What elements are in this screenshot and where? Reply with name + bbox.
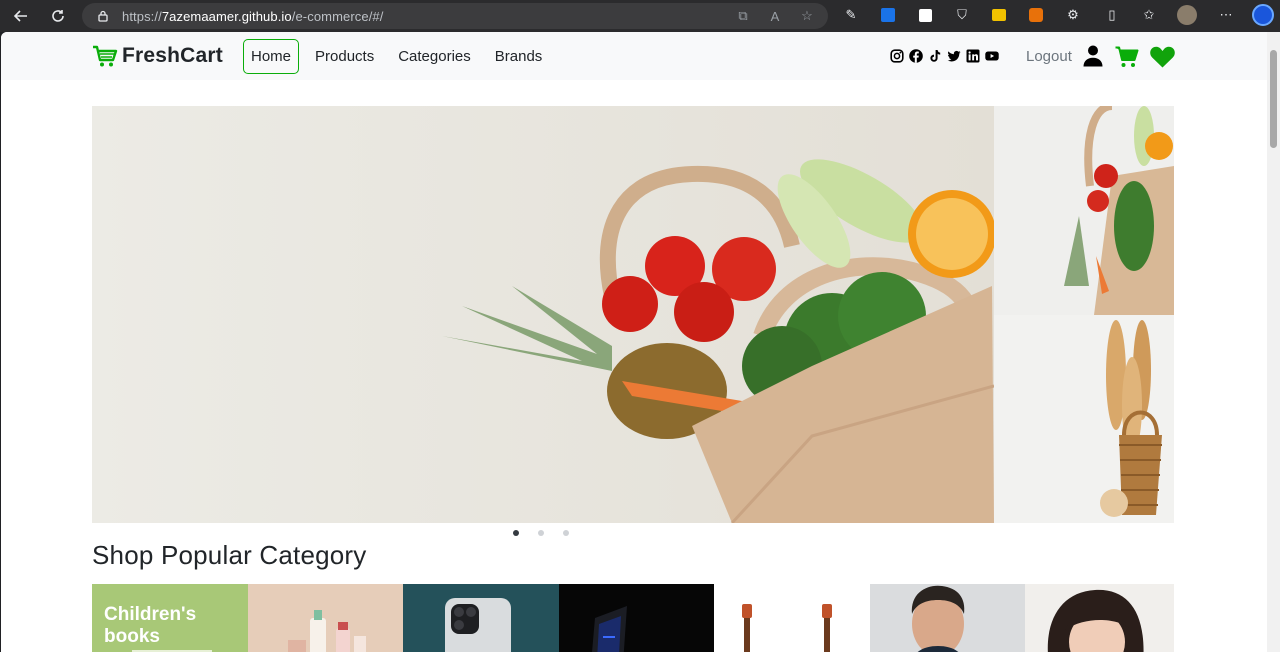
read-aloud-icon[interactable]: A (766, 7, 784, 25)
beauty-products-image (248, 584, 403, 652)
url-text: https://7azemaamer.github.io/e-commerce/… (122, 8, 384, 24)
orange-extension-icon[interactable] (1025, 4, 1047, 26)
social-links (890, 49, 999, 63)
site-navbar: FreshCart Home Products Categories Brand… (1, 32, 1267, 80)
nav-link-products[interactable]: Products (307, 39, 382, 74)
reload-icon (52, 10, 64, 22)
facebook-icon[interactable] (909, 49, 923, 63)
brand-logo[interactable]: FreshCart (92, 44, 223, 68)
category-card-books[interactable]: Children's books (92, 584, 248, 652)
side-banner-top[interactable] (994, 106, 1174, 315)
eyedropper-extension-icon[interactable]: ✎ (840, 4, 862, 26)
category-card-womens-fashion[interactable] (1025, 584, 1174, 652)
grocery-bag-side-illustration (994, 106, 1174, 315)
reload-button[interactable] (44, 2, 72, 30)
wishlist-heart-icon[interactable] (1150, 46, 1175, 68)
back-button[interactable] (7, 2, 35, 30)
scrollbar-thumb[interactable] (1270, 50, 1277, 148)
notion-extension-icon[interactable] (914, 4, 936, 26)
linkedin-icon[interactable] (966, 49, 980, 63)
shield-extension-icon[interactable]: ⛉ (951, 4, 973, 26)
download-extension-icon[interactable] (877, 4, 899, 26)
twitter-icon[interactable] (947, 49, 961, 63)
woman-portrait-image (1025, 584, 1174, 652)
smartphone-image (403, 584, 559, 652)
user-icon[interactable] (1083, 45, 1103, 67)
split-screen-icon[interactable]: ▯ (1101, 4, 1123, 26)
youtube-icon[interactable] (985, 49, 999, 63)
slider-dot-1[interactable] (513, 530, 519, 536)
favorite-star-icon[interactable]: ☆ (798, 7, 816, 25)
page-viewport: FreshCart Home Products Categories Brand… (1, 32, 1267, 652)
laptop-image (559, 584, 714, 652)
logout-link[interactable]: Logout (1026, 48, 1072, 65)
address-bar[interactable]: https://7azemaamer.github.io/e-commerce/… (82, 3, 828, 29)
brand-name: FreshCart (122, 44, 223, 67)
tiktok-icon[interactable] (928, 49, 942, 63)
arrow-left-icon (13, 10, 27, 22)
popular-category-heading: Shop Popular Category (92, 540, 367, 570)
page-scrollbar[interactable] (1267, 32, 1280, 652)
main-slider-image[interactable] (92, 106, 994, 523)
yellow-extension-icon[interactable] (988, 4, 1010, 26)
category-card-electronics[interactable] (559, 584, 714, 652)
nav-link-home[interactable]: Home (243, 39, 300, 74)
open-in-app-icon[interactable]: ⧉ (734, 7, 752, 25)
nav-link-brands[interactable]: Brands (487, 39, 551, 74)
nav-links: Home Products Categories Brands (243, 39, 558, 74)
cart-icon[interactable] (1115, 46, 1139, 68)
category-card-mobiles[interactable] (403, 584, 559, 652)
category-label: Children's books (104, 604, 197, 647)
bread-basket-illustration (994, 315, 1174, 523)
category-card-beauty[interactable] (248, 584, 403, 652)
slider-dot-3[interactable] (563, 530, 569, 536)
side-banner-bottom[interactable] (994, 315, 1174, 523)
browser-toolbar: https://7azemaamer.github.io/e-commerce/… (0, 0, 1280, 32)
slider-dot-2[interactable] (538, 530, 544, 536)
more-menu-icon[interactable]: ⋯ (1215, 4, 1237, 26)
grocery-bag-illustration (92, 106, 994, 523)
bing-copilot-icon[interactable] (1250, 2, 1276, 28)
guitars-image (714, 584, 870, 652)
category-card-music[interactable] (714, 584, 870, 652)
slider-dots (513, 530, 569, 536)
category-slider: Children's books (92, 584, 1174, 652)
man-portrait-image (870, 584, 1025, 652)
instagram-icon[interactable] (890, 49, 904, 63)
extensions-puzzle-icon[interactable]: ⚙ (1062, 4, 1084, 26)
favorites-icon[interactable]: ✩ (1138, 4, 1160, 26)
profile-avatar[interactable] (1176, 4, 1198, 26)
nav-link-categories[interactable]: Categories (390, 39, 479, 74)
lock-icon (98, 10, 108, 22)
category-card-mens-fashion[interactable] (870, 584, 1025, 652)
shopping-cart-logo-icon (93, 45, 118, 67)
